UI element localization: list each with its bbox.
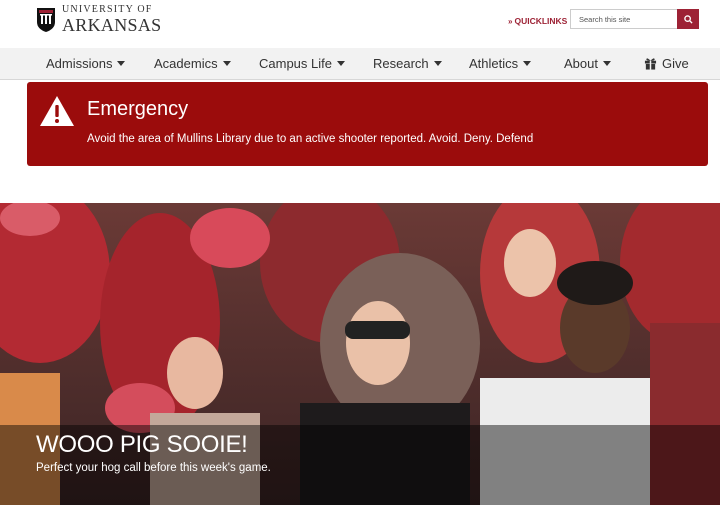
shield-icon: [37, 7, 55, 32]
search-icon: [683, 14, 693, 24]
search-input[interactable]: [570, 9, 677, 29]
nav-item-admissions[interactable]: Admissions: [46, 56, 126, 71]
hero-title: WOOO PIG SOOIE!: [36, 431, 248, 458]
emergency-message: Avoid the area of Mullins Library due to…: [87, 133, 534, 145]
nav-item-label: Give: [662, 56, 689, 71]
nav-item-research[interactable]: Research: [373, 56, 442, 71]
nav-item-give[interactable]: Give: [644, 56, 689, 71]
logo-text-top: UNIVERSITY OF: [62, 4, 153, 15]
site-search: [570, 9, 699, 29]
quicklinks-toggle[interactable]: » QUICKLINKS: [508, 16, 567, 26]
caret-down-icon: [523, 61, 532, 66]
nav-item-label: Academics: [154, 56, 218, 71]
caret-down-icon: [336, 61, 345, 66]
caret-down-icon: [222, 61, 231, 66]
caret-down-icon: [433, 61, 442, 66]
nav-item-label: Admissions: [46, 56, 113, 71]
nav-item-label: About: [564, 56, 598, 71]
nav-item-campus-life[interactable]: Campus Life: [259, 56, 345, 71]
nav-item-academics[interactable]: Academics: [154, 56, 231, 71]
nav-item-label: Campus Life: [259, 56, 332, 71]
quicklinks-label: QUICKLINKS: [514, 16, 568, 26]
hero-subtitle: Perfect your hog call before this week's…: [36, 462, 271, 474]
hero-banner[interactable]: WOOO PIG SOOIE! Perfect your hog call be…: [0, 203, 720, 505]
caret-down-icon: [117, 61, 126, 66]
double-chevron-down-icon: »: [508, 16, 513, 26]
main-nav: Admissions Academics Campus Life Researc…: [0, 48, 720, 80]
university-logo[interactable]: UNIVERSITY OF ARKANSAS: [36, 5, 161, 34]
nav-item-athletics[interactable]: Athletics: [469, 56, 532, 71]
site-header: UNIVERSITY OF ARKANSAS » QUICKLINKS: [0, 0, 720, 48]
search-button[interactable]: [677, 9, 699, 29]
nav-item-about[interactable]: About: [564, 56, 611, 71]
nav-item-label: Research: [373, 56, 429, 71]
nav-item-label: Athletics: [469, 56, 519, 71]
warning-icon: [40, 96, 74, 126]
emergency-title: Emergency: [87, 98, 189, 120]
gift-icon: [644, 58, 657, 70]
emergency-alert: Emergency Avoid the area of Mullins Libr…: [27, 82, 708, 166]
caret-down-icon: [602, 61, 611, 66]
logo-text-bottom: ARKANSAS: [62, 15, 162, 35]
